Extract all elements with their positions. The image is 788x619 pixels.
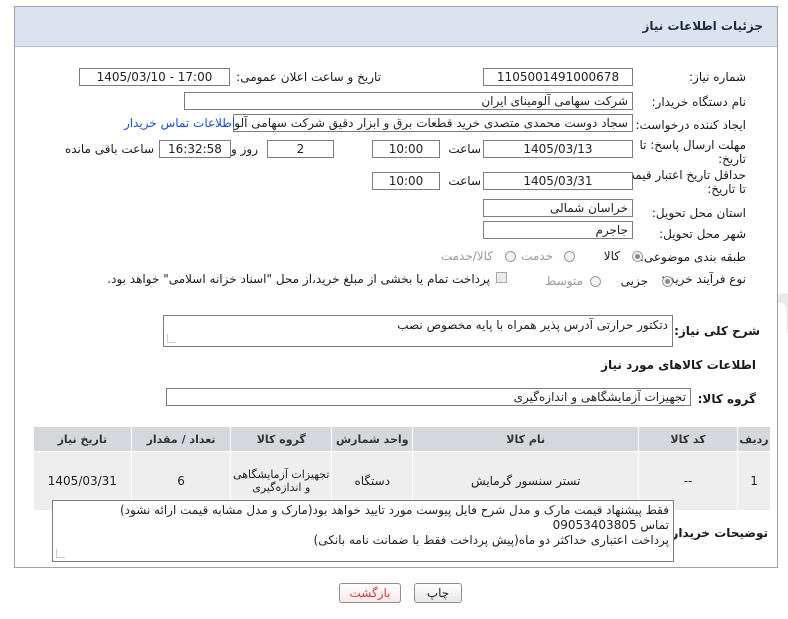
buyer-notes-line-2: تماس 09053403805 bbox=[552, 518, 669, 532]
col-name: نام کالا bbox=[412, 426, 640, 452]
process-medium-text: متوسط bbox=[545, 274, 583, 288]
validity-time-label: ساعت bbox=[448, 174, 481, 188]
process-type-label: نوع فرآیند خرید : bbox=[661, 272, 746, 286]
col-unit: واحد شمارش bbox=[331, 426, 414, 452]
reply-deadline-label-line1: مهلت ارسال پاسخ: تا bbox=[639, 138, 746, 152]
reply-time-label: ساعت bbox=[448, 142, 481, 156]
buyer-notes-line-1: فقط پیشنهاد قیمت مارک و مدل شرح فایل پیو… bbox=[119, 503, 669, 517]
goods-group-field: تجهیزات آزمایشگاهی و اندازه‌گیری bbox=[166, 388, 691, 406]
province-field: خراسان شمالی bbox=[483, 199, 633, 217]
reply-remaining-field: 16:32:58 bbox=[159, 140, 231, 158]
resize-grip-icon[interactable] bbox=[167, 334, 176, 343]
description-text: دتکتور حرارتی آدرس پذیر همراه با پایه مخ… bbox=[397, 318, 668, 332]
category-service-radio[interactable] bbox=[564, 251, 575, 262]
buyer-notes-line-3: پرداخت اعتباری حداکثر دو ماه(پیش پرداخت … bbox=[313, 533, 669, 547]
buyer-contact-link[interactable]: اطلاعات تماس خریدار bbox=[124, 116, 235, 130]
print-button[interactable]: چاپ bbox=[414, 583, 462, 603]
validity-date-field: 1405/03/31 bbox=[483, 172, 633, 190]
col-row: ردیف bbox=[737, 426, 771, 452]
validity-time-field: 10:00 bbox=[372, 172, 440, 190]
description-textarea[interactable]: دتکتور حرارتی آدرس پذیر همراه با پایه مخ… bbox=[163, 315, 673, 347]
category-label: طبقه بندی موضوعی: bbox=[639, 250, 746, 264]
announce-datetime-field: 1405/03/10 - 17:00 bbox=[79, 68, 230, 86]
reply-time-field: 10:00 bbox=[372, 140, 440, 158]
category-goods-service-text: کالا/خدمت bbox=[440, 249, 493, 263]
treasury-payment-checkbox[interactable] bbox=[496, 272, 507, 283]
process-partial-text: جزیی bbox=[620, 274, 648, 288]
buyer-org-label: نام دستگاه خریدار: bbox=[651, 95, 747, 109]
title-bar: جزئیات اطلاعات نیاز bbox=[15, 7, 777, 47]
category-goods-radio[interactable] bbox=[632, 251, 643, 262]
category-goods-text: کالا bbox=[603, 249, 620, 263]
delivery-province-label: استان محل تحویل: bbox=[651, 206, 746, 220]
description-label: شرح کلی نیاز: bbox=[674, 324, 760, 338]
goods-group-label: گروه کالا: bbox=[697, 392, 756, 406]
announce-datetime-label: تاریخ و ساعت اعلان عمومی: bbox=[236, 70, 381, 84]
col-qty: تعداد / مقدار bbox=[130, 426, 232, 452]
category-goods-service-radio[interactable] bbox=[505, 251, 516, 262]
items-table: ردیف کد کالا نام کالا واحد شمارش گروه کا… bbox=[33, 426, 771, 511]
need-number-field: 1105001491000678 bbox=[483, 68, 633, 86]
requester-field: سجاد دوست محمدی متصدی خرید قطعات برق و ا… bbox=[233, 114, 633, 132]
buyer-notes-label: توضیحات خریدار: bbox=[666, 526, 768, 540]
need-number-label: شماره نیاز: bbox=[689, 70, 746, 84]
page-title: جزئیات اطلاعات نیاز bbox=[642, 19, 763, 33]
treasury-payment-note: پرداخت تمام یا بخشی از مبلغ خرید،از محل … bbox=[107, 272, 490, 286]
col-date: تاریخ نیاز bbox=[33, 426, 132, 452]
delivery-city-label: شهر محل تحویل: bbox=[659, 227, 746, 241]
price-validity-label-line1: حداقل تاریخ اعتبار قیمت: bbox=[619, 168, 746, 182]
requester-label: ایجاد کننده درخواست: bbox=[635, 118, 746, 132]
items-table-header: ردیف کد کالا نام کالا واحد شمارش گروه کا… bbox=[33, 426, 771, 452]
remaining-hours-label: ساعت باقی مانده bbox=[64, 142, 154, 156]
process-medium-radio[interactable] bbox=[590, 276, 601, 287]
col-code: کد کالا bbox=[638, 426, 739, 452]
reply-days-field: 2 bbox=[267, 140, 334, 158]
reply-deadline-label-line2: تاریخ: bbox=[718, 152, 746, 166]
buyer-notes-textarea[interactable]: فقط پیشنهاد قیمت مارک و مدل شرح فایل پیو… bbox=[52, 500, 674, 562]
price-validity-label-line2: تا تاریخ: bbox=[707, 182, 746, 196]
day-and-label: روز و bbox=[231, 142, 258, 156]
col-group: گروه کالا bbox=[230, 426, 333, 452]
goods-info-heading: اطلاعات کالاهای مورد نیاز bbox=[601, 358, 756, 372]
city-field: جاجرم bbox=[483, 221, 633, 239]
buyer-org-field: شرکت سهامی آلومینای ایران bbox=[184, 92, 633, 110]
process-partial-radio[interactable] bbox=[662, 276, 673, 287]
resize-grip-icon[interactable] bbox=[56, 549, 65, 558]
category-service-text: خدمت bbox=[521, 249, 553, 263]
reply-date-field: 1405/03/13 bbox=[483, 140, 633, 158]
back-button[interactable]: بازگشت bbox=[339, 583, 401, 603]
cell-row: 1 bbox=[737, 451, 771, 511]
